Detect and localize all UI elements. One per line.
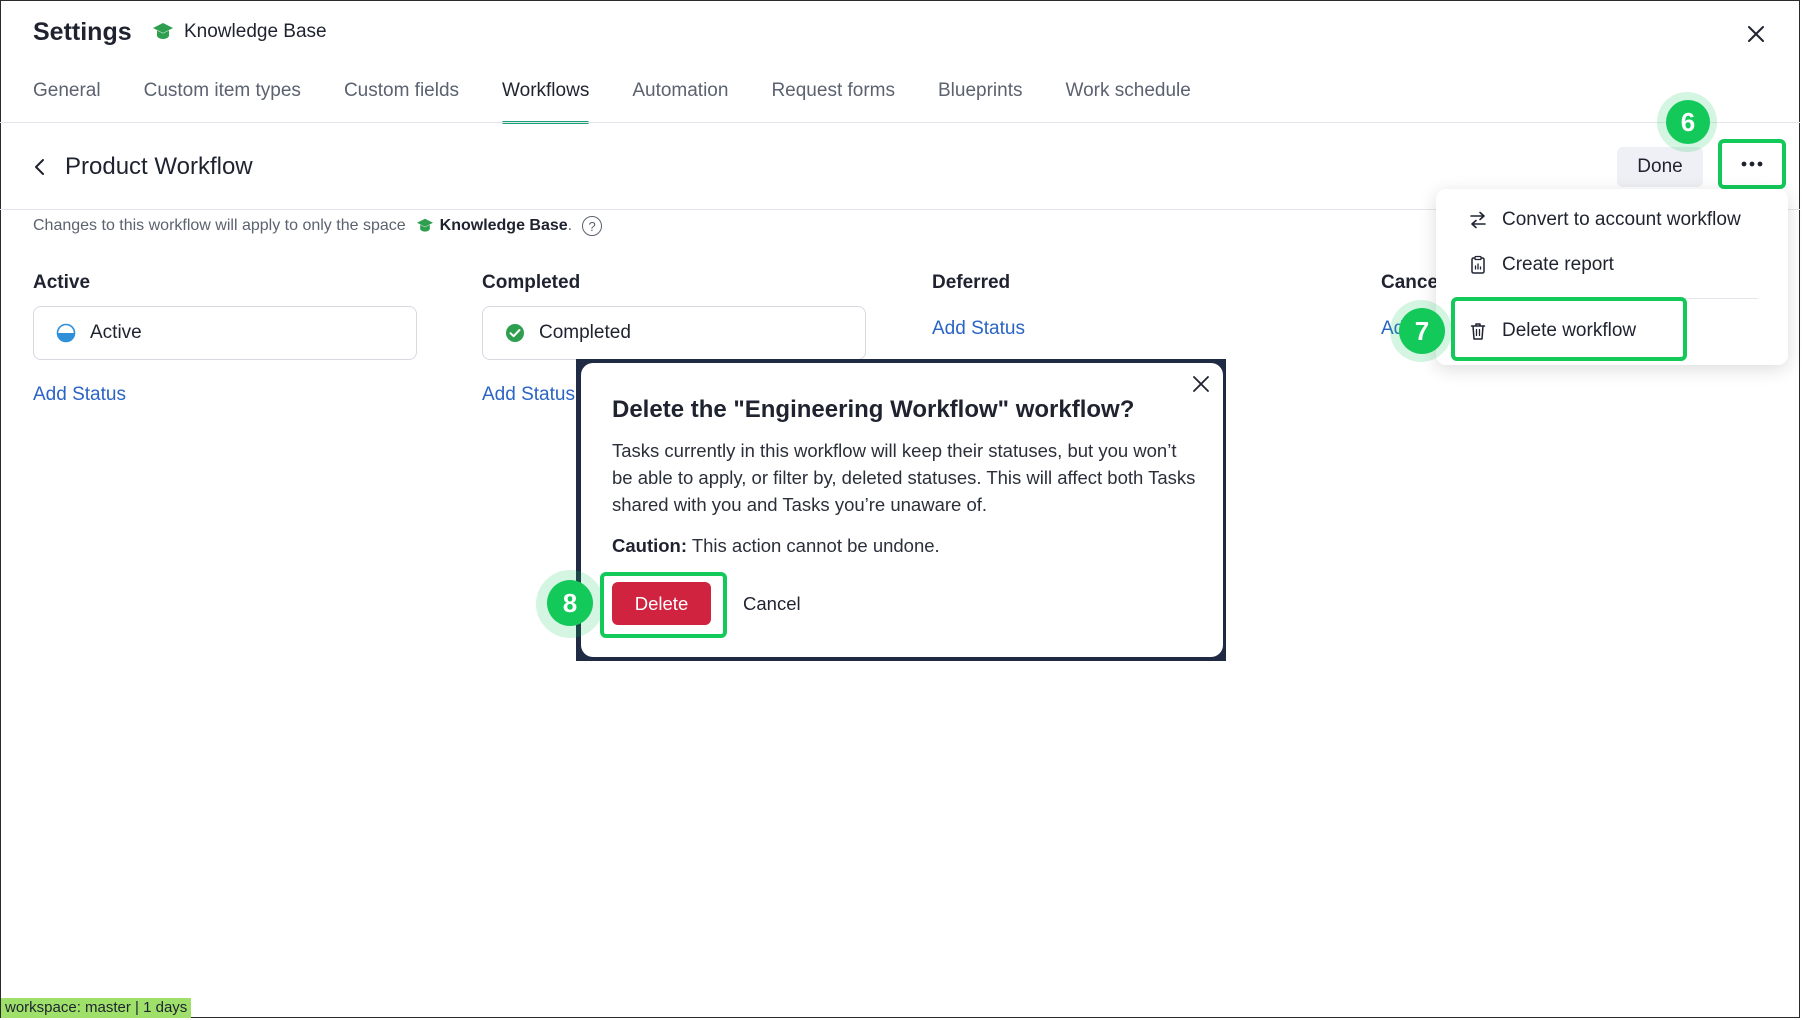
dialog-caution: Caution: This action cannot be undone. (612, 535, 940, 557)
status-item-completed[interactable]: Completed (482, 306, 866, 360)
info-space-name: Knowledge Base (439, 217, 568, 234)
report-clipboard-icon (1471, 255, 1485, 274)
step-badge-8: 8 (547, 580, 593, 626)
space-indicator: Knowledge Base (152, 21, 327, 43)
column-heading-active: Active (33, 272, 91, 293)
ellipsis-icon (1741, 161, 1763, 167)
workflow-scope-info: Changes to this workflow will apply to o… (33, 216, 603, 236)
step-badge-6: 6 (1666, 100, 1710, 144)
tab-automation[interactable]: Automation (632, 80, 728, 124)
page-title: Settings (33, 18, 132, 46)
done-button[interactable]: Done (1617, 147, 1703, 187)
caution-label: Caution: (612, 535, 688, 556)
workspace-tag: workspace: master | 1 days (1, 998, 192, 1018)
menu-item-label: Convert to account workflow (1502, 209, 1741, 230)
graduation-cap-icon (416, 218, 433, 232)
tab-workflows[interactable]: Workflows (502, 80, 590, 124)
graduation-cap-icon (153, 23, 173, 39)
step-badge-7: 7 (1399, 308, 1445, 354)
tabs-divider (0, 122, 1800, 123)
tab-blueprints[interactable]: Blueprints (938, 80, 1023, 124)
column-heading-cancelled: Cance (1381, 272, 1439, 293)
dialog-title: Delete the "Engineering Workflow" workfl… (612, 396, 1135, 423)
cancel-button[interactable]: Cancel (743, 593, 801, 615)
tab-request-forms[interactable]: Request forms (771, 80, 895, 124)
add-status-completed[interactable]: Add Status (482, 384, 575, 406)
swap-arrows-icon (1470, 211, 1486, 229)
half-circle-status-icon (56, 323, 76, 343)
close-icon[interactable] (1191, 374, 1211, 394)
help-icon[interactable]: ? (582, 216, 603, 236)
menu-item-convert[interactable]: Convert to account workflow (1468, 209, 1741, 231)
close-icon[interactable] (1744, 22, 1768, 46)
info-suffix: . (567, 217, 573, 234)
tab-work-schedule[interactable]: Work schedule (1066, 80, 1191, 124)
caution-text: This action cannot be undone. (687, 535, 940, 556)
status-label: Completed (539, 322, 631, 343)
workflow-title: Product Workflow (65, 153, 253, 180)
menu-item-create-report[interactable]: Create report (1468, 254, 1614, 276)
menu-item-label: Create report (1502, 254, 1614, 275)
settings-tabs: General Custom item types Custom fields … (33, 80, 1234, 124)
chevron-left-icon[interactable] (30, 156, 50, 178)
add-status-active[interactable]: Add Status (33, 384, 126, 406)
highlight-delete-workflow (1451, 297, 1687, 361)
tab-general[interactable]: General (33, 80, 101, 124)
delete-button[interactable]: Delete (612, 582, 711, 625)
add-status-deferred[interactable]: Add Status (932, 318, 1025, 340)
status-item-active[interactable]: Active (33, 306, 417, 360)
check-circle-icon (506, 324, 524, 342)
info-prefix: Changes to this workflow will apply to o… (33, 217, 406, 234)
tab-custom-fields[interactable]: Custom fields (344, 80, 459, 124)
column-heading-deferred: Deferred (932, 272, 1011, 293)
space-name: Knowledge Base (184, 21, 327, 42)
tab-custom-item-types[interactable]: Custom item types (144, 80, 301, 124)
dialog-body: Tasks currently in this workflow will ke… (612, 440, 1196, 515)
more-options-button[interactable] (1718, 139, 1786, 189)
status-label: Active (90, 322, 142, 343)
column-heading-completed: Completed (482, 272, 581, 293)
